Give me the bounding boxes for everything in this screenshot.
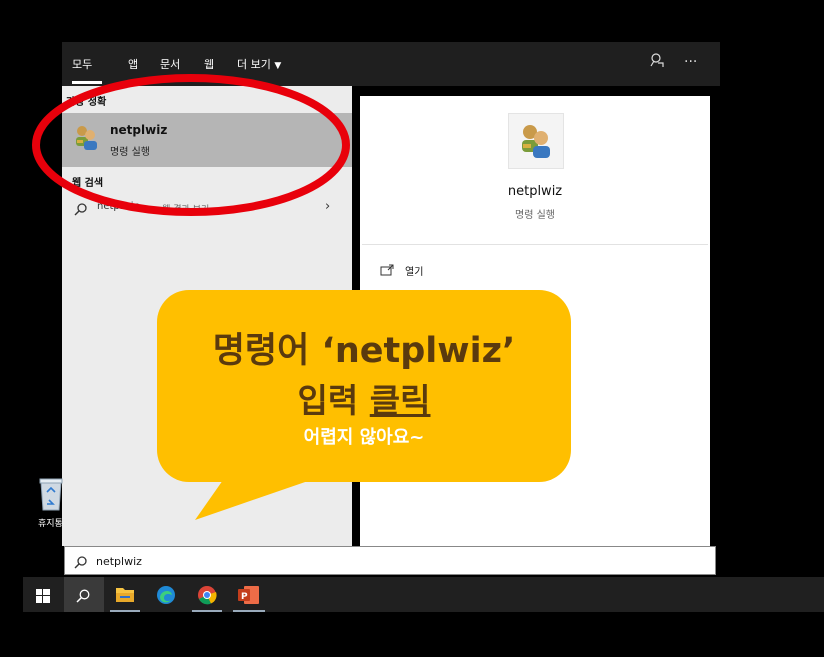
highlight-ring (32, 74, 350, 216)
feedback-icon[interactable] (649, 52, 665, 72)
chevron-down-icon: ▼ (274, 61, 282, 71)
powerpoint-icon[interactable]: P (238, 585, 260, 609)
tab-more[interactable]: 더 보기 ▼ (237, 56, 281, 72)
tab-all[interactable]: 모두 (72, 56, 92, 72)
callout-line1: 명령어 ‘netplwiz’ (212, 331, 516, 371)
taskbar-search-icon (76, 588, 90, 607)
edge-icon[interactable] (156, 585, 176, 609)
tab-web[interactable]: 웹 (204, 56, 214, 72)
netplwiz-large-icon (508, 113, 564, 169)
more-icon[interactable]: ··· (684, 54, 697, 70)
file-explorer-running-indicator (110, 610, 140, 612)
svg-text:P: P (241, 592, 248, 602)
open-action[interactable]: 열기 (405, 263, 423, 278)
chrome-icon[interactable] (197, 585, 217, 609)
tab-documents[interactable]: 문서 (160, 56, 180, 72)
file-explorer-icon[interactable] (115, 585, 135, 607)
detail-app-name: netplwiz (507, 184, 563, 199)
callout-line2b: 클릭 (369, 381, 431, 420)
recycle-bin-icon[interactable] (37, 476, 65, 516)
open-icon (380, 261, 394, 280)
recycle-bin-label: 휴지통 (38, 519, 63, 529)
callout-line3: 어렵지 않아요~ (303, 427, 425, 448)
search-input[interactable] (64, 546, 716, 575)
search-box-icon (74, 554, 87, 573)
windows-start-icon[interactable] (36, 588, 50, 607)
tab-more-label: 더 보기 (237, 58, 271, 71)
search-input-value: netplwiz (96, 555, 142, 568)
powerpoint-running-indicator (233, 610, 265, 612)
tab-apps[interactable]: 앱 (128, 56, 138, 72)
chrome-running-indicator (192, 610, 222, 612)
callout-line2: 입력 클릭 (157, 374, 571, 422)
divider (362, 244, 708, 245)
detail-app-subtitle: 명령 실행 (515, 210, 555, 221)
taskbar (23, 577, 824, 612)
callout-line2a: 입력 (297, 381, 359, 420)
